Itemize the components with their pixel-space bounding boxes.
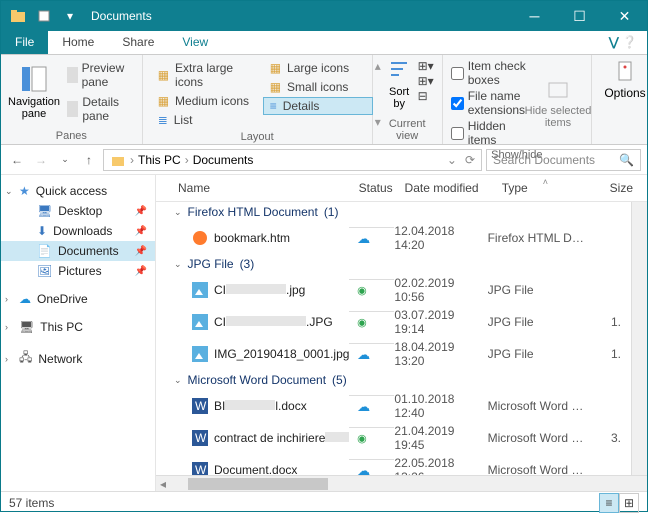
group-header[interactable]: ⌄Firefox HTML Document (1): [156, 202, 631, 222]
column-headers: Name Status Date modified Type Size: [156, 175, 647, 202]
svg-text:W: W: [195, 431, 207, 445]
size-columns-button[interactable]: ⊟: [418, 89, 434, 103]
breadcrumb[interactable]: › This PC › Documents ⌄ ⟳: [103, 149, 482, 171]
pin-icon: 📌: [135, 206, 147, 217]
details-pane-button[interactable]: Details pane: [63, 93, 134, 125]
refresh-button[interactable]: ⟳: [465, 153, 475, 167]
breadcrumb-folder[interactable]: Documents: [193, 153, 254, 167]
file-extensions-toggle[interactable]: File name extensions: [451, 89, 527, 117]
recent-button[interactable]: ⌄: [55, 150, 75, 170]
nav-downloads[interactable]: ⬇Downloads📌: [1, 221, 155, 241]
navigation-pane-button[interactable]: Navigation pane: [9, 59, 59, 125]
horizontal-scrollbar[interactable]: ◂: [156, 475, 647, 491]
window-title: Documents: [91, 9, 152, 23]
group-header[interactable]: ⌄Microsoft Word Document (5): [156, 370, 631, 390]
file-row[interactable]: WDocument.docx☁22.05.2018 13:26Microsoft…: [156, 454, 631, 475]
svg-text:W: W: [195, 463, 207, 475]
col-size[interactable]: Size: [599, 181, 637, 195]
layout-list[interactable]: ≣List: [151, 111, 261, 129]
maximize-button[interactable]: ☐: [557, 1, 602, 31]
pin-icon: 📌: [135, 226, 147, 237]
pin-icon: 📌: [135, 246, 147, 257]
file-row[interactable]: CI.JPG◉03.07.2019 19:14JPG File1.: [156, 306, 631, 338]
qat-dropdown[interactable]: ▾: [59, 5, 81, 27]
layout-group-label: Layout: [151, 131, 364, 143]
layout-extra-large[interactable]: ▦Extra large icons: [151, 59, 261, 91]
nav-desktop[interactable]: 🖥Desktop📌: [1, 201, 155, 221]
navigation-pane: ⌄★Quick access 🖥Desktop📌 ⬇Downloads📌 📄Do…: [1, 175, 156, 491]
tab-view[interactable]: View: [168, 31, 222, 54]
item-checkboxes-toggle[interactable]: Item check boxes: [451, 59, 527, 87]
pin-icon: 📌: [135, 266, 147, 277]
add-columns-button[interactable]: ⊞▾: [418, 74, 434, 88]
file-row[interactable]: Wcontract de inchiriere.docx◉21.04.2019 …: [156, 422, 631, 454]
file-row[interactable]: IMG_20190418_0001.jpg☁18.04.2019 13:20JP…: [156, 338, 631, 370]
view-details-button[interactable]: ≡: [599, 493, 619, 513]
tab-share[interactable]: Share: [108, 31, 168, 54]
up-button[interactable]: ↑: [79, 150, 99, 170]
breadcrumb-dropdown[interactable]: ⌄: [447, 153, 457, 167]
forward-button[interactable]: →: [31, 150, 51, 170]
tab-file[interactable]: File: [1, 31, 48, 54]
col-status[interactable]: Status: [355, 181, 401, 195]
file-list: Name Status Date modified Type Size ⌄Fir…: [156, 175, 647, 491]
address-bar: ← → ⌄ ↑ › This PC › Documents ⌄ ⟳ Search…: [1, 145, 647, 175]
tab-home[interactable]: Home: [48, 31, 108, 54]
layout-details[interactable]: ≡Details: [263, 97, 373, 115]
file-row[interactable]: bookmark.htm☁12.04.2018 14:20Firefox HTM…: [156, 222, 631, 254]
breadcrumb-pc[interactable]: This PC: [138, 153, 181, 167]
group-header[interactable]: ⌄JPG File (3): [156, 254, 631, 274]
file-row[interactable]: WBIl.docx☁01.10.2018 12:40Microsoft Word…: [156, 390, 631, 422]
layout-large[interactable]: ▦Large icons: [263, 59, 373, 77]
search-input[interactable]: Search Documents 🔍: [486, 149, 641, 171]
folder-icon: [7, 5, 29, 27]
view-thumbnails-button[interactable]: ⊞: [619, 493, 639, 513]
close-button[interactable]: ✕: [602, 1, 647, 31]
col-date[interactable]: Date modified: [401, 181, 498, 195]
layout-medium[interactable]: ▦Medium icons: [151, 92, 261, 110]
hidden-items-toggle[interactable]: Hidden items: [451, 119, 527, 147]
vertical-scrollbar[interactable]: [631, 202, 647, 475]
col-type[interactable]: Type: [498, 181, 599, 195]
nav-onedrive[interactable]: ›☁OneDrive: [1, 289, 155, 309]
qat-properties[interactable]: [33, 5, 55, 27]
ribbon-tabs: File Home Share View ⋁ ❔: [1, 31, 647, 55]
back-button[interactable]: ←: [7, 150, 27, 170]
group-by-button[interactable]: ⊞▾: [418, 59, 434, 73]
nav-this-pc[interactable]: ›🖥This PC: [1, 317, 155, 337]
nav-documents[interactable]: 📄Documents📌: [1, 241, 155, 261]
col-name[interactable]: Name: [174, 181, 355, 195]
file-row[interactable]: CI.jpg◉02.02.2019 10:56JPG File: [156, 274, 631, 306]
search-icon: 🔍: [619, 153, 634, 167]
hide-selected-button[interactable]: Hide selected items: [533, 59, 583, 147]
nav-network[interactable]: ›🖧Network: [1, 345, 155, 372]
item-count: 57 items: [9, 496, 54, 510]
list-body[interactable]: ⌄Firefox HTML Document (1)bookmark.htm☁1…: [156, 202, 631, 475]
ribbon: Navigation pane Preview pane Details pan…: [1, 55, 647, 145]
status-bar: 57 items ≡ ⊞: [1, 491, 647, 513]
current-view-label: Current view: [381, 118, 434, 142]
layout-small[interactable]: ▦Small icons: [263, 78, 373, 96]
sort-by-button[interactable]: Sort by: [381, 59, 418, 110]
nav-pictures[interactable]: 🖼Pictures📌: [1, 261, 155, 281]
preview-pane-button[interactable]: Preview pane: [63, 59, 134, 91]
svg-text:W: W: [195, 399, 207, 413]
minimize-button[interactable]: ─: [512, 1, 557, 31]
options-button[interactable]: Options: [600, 59, 648, 100]
nav-quick-access[interactable]: ⌄★Quick access: [1, 181, 155, 201]
panes-group-label: Panes: [9, 130, 134, 142]
titlebar: ▾ Documents ─ ☐ ✕: [1, 1, 647, 31]
help-button[interactable]: ⋁ ❔: [599, 31, 647, 54]
